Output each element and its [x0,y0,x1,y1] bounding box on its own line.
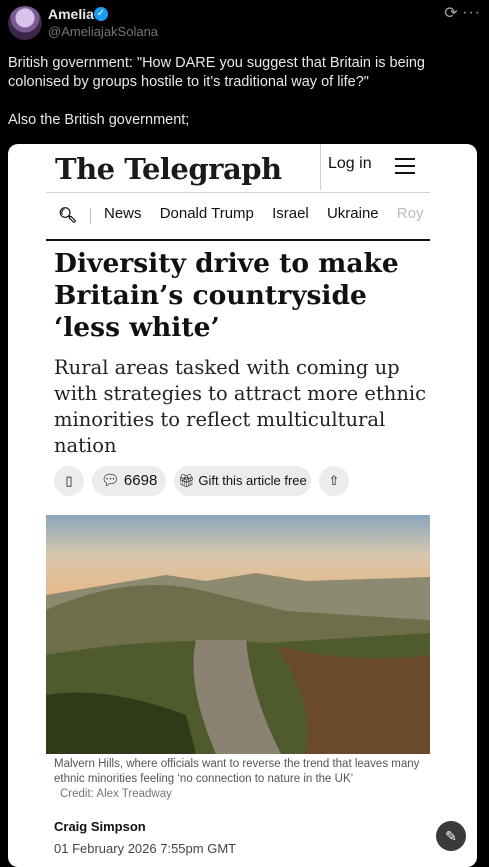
menu-icon[interactable] [395,158,415,179]
search-icon[interactable]: 🔍︎ [58,206,77,224]
bookmark-icon[interactable]: ▯ [54,466,84,496]
divider [320,144,321,190]
divider [46,192,430,193]
divider [90,208,91,224]
nav-item-donald-trump[interactable]: Donald Trump [160,205,254,222]
article-image-card[interactable]: The Telegraph Log in 🔍︎ News Donald Trum… [8,144,477,867]
grok-icon[interactable]: ⟳ [443,6,459,22]
photo-credit: Credit: Alex Treadway [60,788,172,800]
nav-item-israel[interactable]: Israel [272,205,309,222]
post-text: British government: "How DARE you sugges… [8,54,478,130]
share-icon[interactable]: ⇧ [319,466,349,496]
article-author[interactable]: Craig Simpson [54,819,146,834]
telegraph-logo: The Telegraph [55,152,282,186]
photo-caption: Malvern Hills, where officials want to r… [54,758,420,785]
author-name[interactable]: Amelia [48,6,94,22]
nav-item-news[interactable]: News [104,205,142,222]
comments-button[interactable]: 💬︎ 6698 [92,466,166,496]
media-edit-icon[interactable]: ✎ [436,821,466,851]
comment-icon: 💬︎ [100,472,120,489]
nav-item-ukraine[interactable]: Ukraine [327,205,379,222]
article-headline: Diversity drive to make Britain’s countr… [54,248,399,343]
author-handle[interactable]: @AmeliajakSolana [48,24,158,39]
comments-count: 6698 [123,472,158,489]
section-nav: 🔍︎ News Donald Trump Israel Ukraine Roy [46,194,430,238]
login-button[interactable]: Log in [328,155,372,173]
post-header: Amelia ✓ @AmeliajakSolana ⟳ ··· [8,4,481,46]
article-standfirst: Rural areas tasked with coming up with s… [54,356,427,457]
avatar[interactable] [8,6,42,40]
landscape-illustration [46,515,430,754]
gift-article-button[interactable]: 🎁︎ Gift this article free [174,466,311,496]
article-photo [46,515,430,754]
nav-items: News Donald Trump Israel Ukraine Roy [104,205,430,222]
post-text-line: Also the British government; [8,112,190,128]
more-options-icon[interactable]: ··· [462,4,481,22]
divider [46,239,430,241]
article-date: 01 February 2026 7:55pm GMT [54,841,237,856]
gift-icon: 🎁︎ [178,473,195,488]
verified-badge-icon: ✓ [94,7,108,21]
nav-item-royals[interactable]: Roy [397,205,424,222]
gift-label: Gift this article free [198,473,307,488]
post-text-line: British government: "How DARE you sugges… [8,55,425,90]
